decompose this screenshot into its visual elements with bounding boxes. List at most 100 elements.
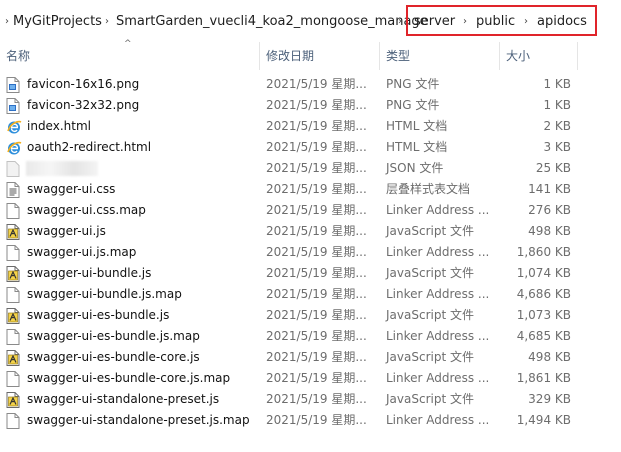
chevron-right-icon[interactable]: › <box>0 14 14 30</box>
file-modified-date: 2021/5/19 星期... <box>266 350 367 364</box>
file-size: 1 KB <box>543 77 571 91</box>
file-row[interactable]: favicon-16x16.png 2021/5/19 星期... PNG 文件 1 … <box>0 74 621 95</box>
file-row[interactable]: 2021/5/19 星期... JSON 文件 25 KB <box>0 158 621 179</box>
file-size: 1,494 KB <box>516 413 571 427</box>
file-name[interactable]: swagger-ui.css <box>27 181 115 198</box>
file-name[interactable]: swagger-ui-es-bundle.js.map <box>27 328 200 345</box>
file-modified-date: 2021/5/19 星期... <box>266 140 367 154</box>
map-file-icon <box>6 245 20 261</box>
file-type: PNG 文件 <box>386 77 440 91</box>
file-row[interactable]: swagger-ui.js.map 2021/5/19 星期... Linker A… <box>0 242 621 263</box>
file-modified-date: 2021/5/19 星期... <box>266 161 367 175</box>
file-modified-date: 2021/5/19 星期... <box>266 182 367 196</box>
file-row[interactable]: oauth2-redirect.html 2021/5/19 星期... HTML … <box>0 137 621 158</box>
file-row[interactable]: swagger-ui-standalone-preset.js 2021/5/19… <box>0 389 621 410</box>
file-type: Linker Address ... <box>386 329 490 343</box>
file-name[interactable]: swagger-ui.js <box>27 223 106 240</box>
file-name[interactable]: index.html <box>27 118 91 135</box>
json-file-icon <box>6 161 20 177</box>
file-type: HTML 文档 <box>386 119 448 133</box>
file-size: 1 KB <box>543 98 571 112</box>
column-header-name[interactable]: 名称 <box>6 48 30 64</box>
file-name[interactable]: swagger-ui-standalone-preset.js <box>27 391 219 408</box>
file-size: 329 KB <box>528 392 571 406</box>
file-size: 1,861 KB <box>516 371 571 385</box>
file-name[interactable]: favicon-16x16.png <box>27 76 139 93</box>
file-size: 1,073 KB <box>516 308 571 322</box>
file-type: Linker Address ... <box>386 371 490 385</box>
map-file-icon <box>6 203 20 219</box>
column-header-type[interactable]: 类型 <box>386 48 410 64</box>
css-file-icon <box>6 182 20 198</box>
column-header-date[interactable]: 修改日期 <box>266 48 314 64</box>
js-file-icon <box>6 308 20 324</box>
file-size: 498 KB <box>528 350 571 364</box>
file-row[interactable]: swagger-ui-es-bundle.js 2021/5/19 星期... Ja… <box>0 305 621 326</box>
file-modified-date: 2021/5/19 星期... <box>266 266 367 280</box>
file-size: 141 KB <box>528 182 571 196</box>
file-name[interactable]: oauth2-redirect.html <box>27 139 151 156</box>
sort-ascending-icon: ^ <box>124 39 132 49</box>
ie-html-icon <box>6 140 22 156</box>
file-row[interactable]: swagger-ui-es-bundle.js.map 2021/5/19 星期.… <box>0 326 621 347</box>
file-name[interactable]: swagger-ui-standalone-preset.js.map <box>27 412 250 429</box>
address-bar[interactable]: › MyGitProjects › SmartGarden_vuecli4_ko… <box>0 0 621 42</box>
file-modified-date: 2021/5/19 星期... <box>266 329 367 343</box>
js-file-icon <box>6 392 20 408</box>
column-header-size[interactable]: 大小 <box>506 48 530 64</box>
file-name[interactable]: swagger-ui.css.map <box>27 202 146 219</box>
file-modified-date: 2021/5/19 星期... <box>266 77 367 91</box>
file-name[interactable]: swagger-ui-bundle.js.map <box>27 286 182 303</box>
map-file-icon <box>6 413 20 429</box>
chevron-right-icon[interactable]: › <box>393 14 407 30</box>
file-modified-date: 2021/5/19 星期... <box>266 245 367 259</box>
file-type: JavaScript 文件 <box>386 266 474 280</box>
chevron-right-icon[interactable]: › <box>100 14 114 30</box>
file-name[interactable]: swagger-ui-es-bundle-core.js.map <box>27 370 230 387</box>
file-row[interactable]: swagger-ui-es-bundle-core.js.map 2021/5/1… <box>0 368 621 389</box>
file-row[interactable]: swagger-ui-es-bundle-core.js 2021/5/19 星期… <box>0 347 621 368</box>
map-file-icon <box>6 287 20 303</box>
file-row[interactable]: swagger-ui-bundle.js 2021/5/19 星期... JavaS… <box>0 263 621 284</box>
file-row[interactable]: swagger-ui.js 2021/5/19 星期... JavaScript 文… <box>0 221 621 242</box>
file-row[interactable]: swagger-ui-bundle.js.map 2021/5/19 星期... L… <box>0 284 621 305</box>
column-divider[interactable] <box>379 42 380 70</box>
file-modified-date: 2021/5/19 星期... <box>266 308 367 322</box>
file-row[interactable]: swagger-ui.css.map 2021/5/19 星期... Linker … <box>0 200 621 221</box>
file-type: JavaScript 文件 <box>386 224 474 238</box>
file-name[interactable]: favicon-32x32.png <box>27 97 139 114</box>
file-modified-date: 2021/5/19 星期... <box>266 413 367 427</box>
file-row[interactable]: index.html 2021/5/19 星期... HTML 文档 2 KB <box>0 116 621 137</box>
file-modified-date: 2021/5/19 星期... <box>266 98 367 112</box>
file-row[interactable]: swagger-ui-standalone-preset.js.map 2021/… <box>0 410 621 431</box>
js-file-icon <box>6 266 20 282</box>
file-name[interactable]: swagger-ui-es-bundle-core.js <box>27 349 200 366</box>
file-size: 3 KB <box>543 140 571 154</box>
file-name[interactable]: swagger-ui.js.map <box>27 244 136 261</box>
file-type: Linker Address ... <box>386 413 490 427</box>
file-modified-date: 2021/5/19 星期... <box>266 119 367 133</box>
file-size: 25 KB <box>535 161 571 175</box>
file-row[interactable]: swagger-ui.css 2021/5/19 星期... 层叠样式表文档 141 … <box>0 179 621 200</box>
file-modified-date: 2021/5/19 星期... <box>266 371 367 385</box>
file-modified-date: 2021/5/19 星期... <box>266 224 367 238</box>
file-size: 2 KB <box>543 119 571 133</box>
redacted-filename[interactable] <box>26 161 98 176</box>
map-file-icon <box>6 371 20 387</box>
column-divider[interactable] <box>577 42 578 70</box>
column-divider[interactable] <box>499 42 500 70</box>
file-type: HTML 文档 <box>386 140 448 154</box>
file-type: JSON 文件 <box>386 161 444 175</box>
breadcrumb-item-project[interactable]: SmartGarden_vuecli4_koa2_mongoose_manage <box>116 14 428 30</box>
file-name[interactable]: swagger-ui-bundle.js <box>27 265 151 282</box>
file-size: 276 KB <box>528 203 571 217</box>
file-type: JavaScript 文件 <box>386 350 474 364</box>
file-size: 1,074 KB <box>516 266 571 280</box>
breadcrumb-item-mygitprojects[interactable]: MyGitProjects <box>13 14 102 30</box>
file-name[interactable]: swagger-ui-es-bundle.js <box>27 307 169 324</box>
column-divider[interactable] <box>259 42 260 70</box>
file-type: Linker Address ... <box>386 287 490 301</box>
file-type: 层叠样式表文档 <box>386 182 471 196</box>
file-row[interactable]: favicon-32x32.png 2021/5/19 星期... PNG 文件 1 … <box>0 95 621 116</box>
file-size: 1,860 KB <box>516 245 571 259</box>
